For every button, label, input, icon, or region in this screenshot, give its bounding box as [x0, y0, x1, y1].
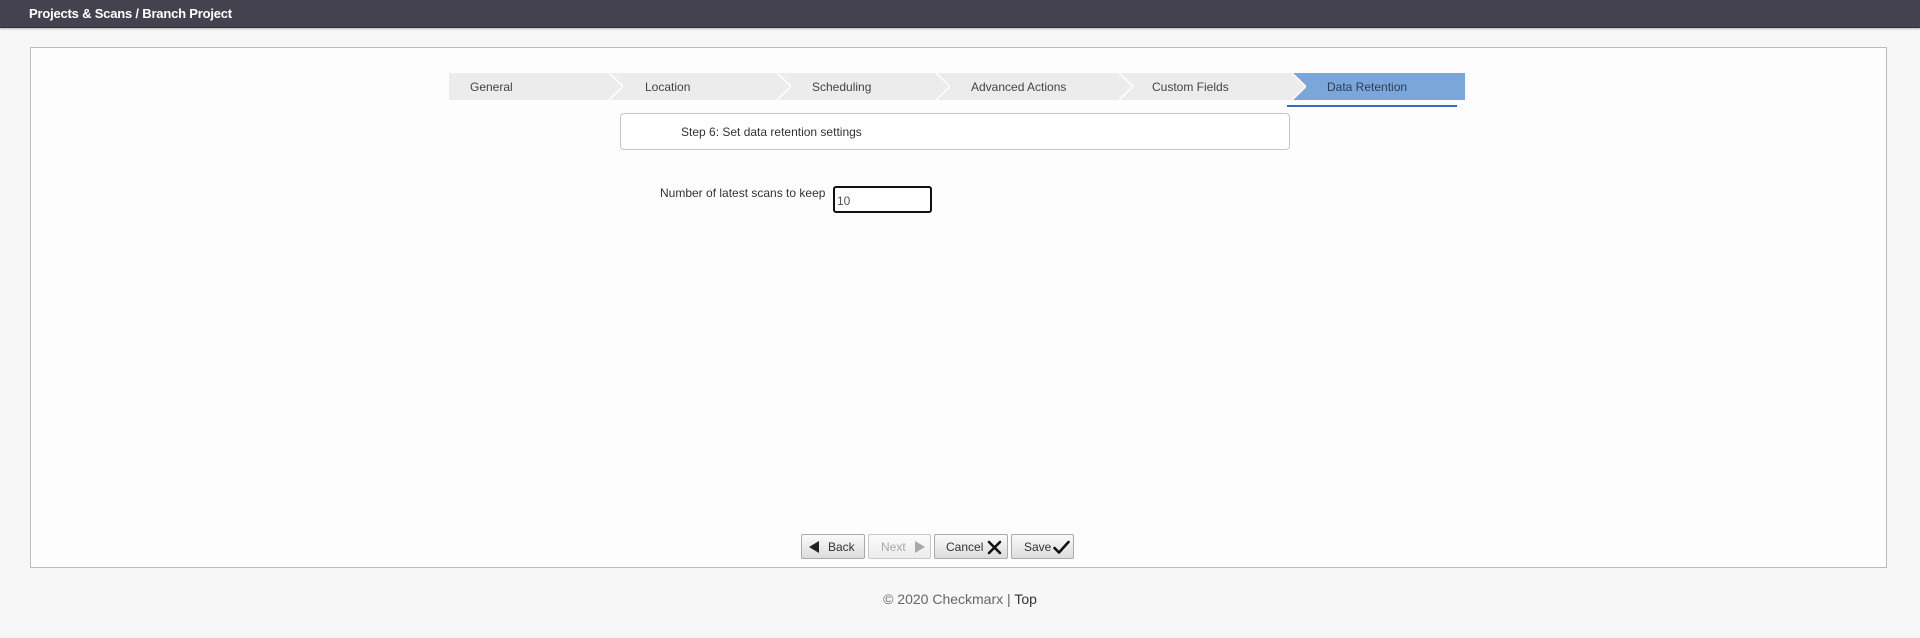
scans-to-keep-label: Number of latest scans to keep [660, 186, 826, 200]
wizard-steps: General Location Scheduling Advanced Act… [449, 73, 1465, 100]
step-tab-label: Advanced Actions [971, 80, 1067, 94]
back-button[interactable]: Back [801, 534, 865, 559]
step-tab-custom-fields[interactable]: Custom Fields [1119, 73, 1306, 100]
step-tab-location[interactable]: Location [609, 73, 791, 100]
step-tab-general[interactable]: General [449, 73, 623, 100]
next-button-label: Next [881, 540, 906, 554]
step-chevron-icon [1292, 73, 1306, 100]
next-button[interactable]: Next [868, 534, 931, 559]
step-tab-data-retention[interactable]: Data Retention [1292, 73, 1465, 100]
back-button-label: Back [828, 540, 855, 554]
step-tab-label: Scheduling [812, 80, 872, 94]
footer: © 2020 Checkmarx | Top [0, 591, 1920, 607]
scans-to-keep-input[interactable] [833, 186, 932, 213]
triangle-right-icon [915, 541, 925, 553]
checkmark-icon [1053, 540, 1070, 554]
close-icon [987, 540, 1002, 555]
step-tab-label: Custom Fields [1152, 80, 1229, 94]
step-tab-label: Location [645, 80, 691, 94]
step-tab-label: General [470, 80, 513, 94]
step-chevron-icon [936, 73, 950, 100]
step-chevron-icon [777, 73, 791, 100]
step-tab-label: Data Retention [1327, 80, 1408, 94]
cancel-button-label: Cancel [946, 540, 984, 554]
active-step-underline [1287, 105, 1457, 107]
step-title: Step 6: Set data retention settings [681, 125, 862, 139]
copyright-text: © 2020 Checkmarx [883, 591, 1004, 607]
step-title-box: Step 6: Set data retention settings [620, 113, 1290, 150]
footer-separator: | [1003, 591, 1015, 607]
triangle-left-icon [809, 541, 819, 553]
step-tab-scheduling[interactable]: Scheduling [777, 73, 950, 100]
step-chevron-icon [609, 73, 623, 100]
cancel-button[interactable]: Cancel [934, 534, 1008, 559]
save-button-label: Save [1024, 540, 1052, 554]
top-bar: Projects & Scans / Branch Project [0, 0, 1920, 28]
step-chevron-icon [1119, 73, 1133, 100]
top-link[interactable]: Top [1014, 591, 1037, 607]
breadcrumb: Projects & Scans / Branch Project [29, 6, 232, 21]
save-button[interactable]: Save [1011, 534, 1074, 559]
step-tab-advanced-actions[interactable]: Advanced Actions [936, 73, 1133, 100]
